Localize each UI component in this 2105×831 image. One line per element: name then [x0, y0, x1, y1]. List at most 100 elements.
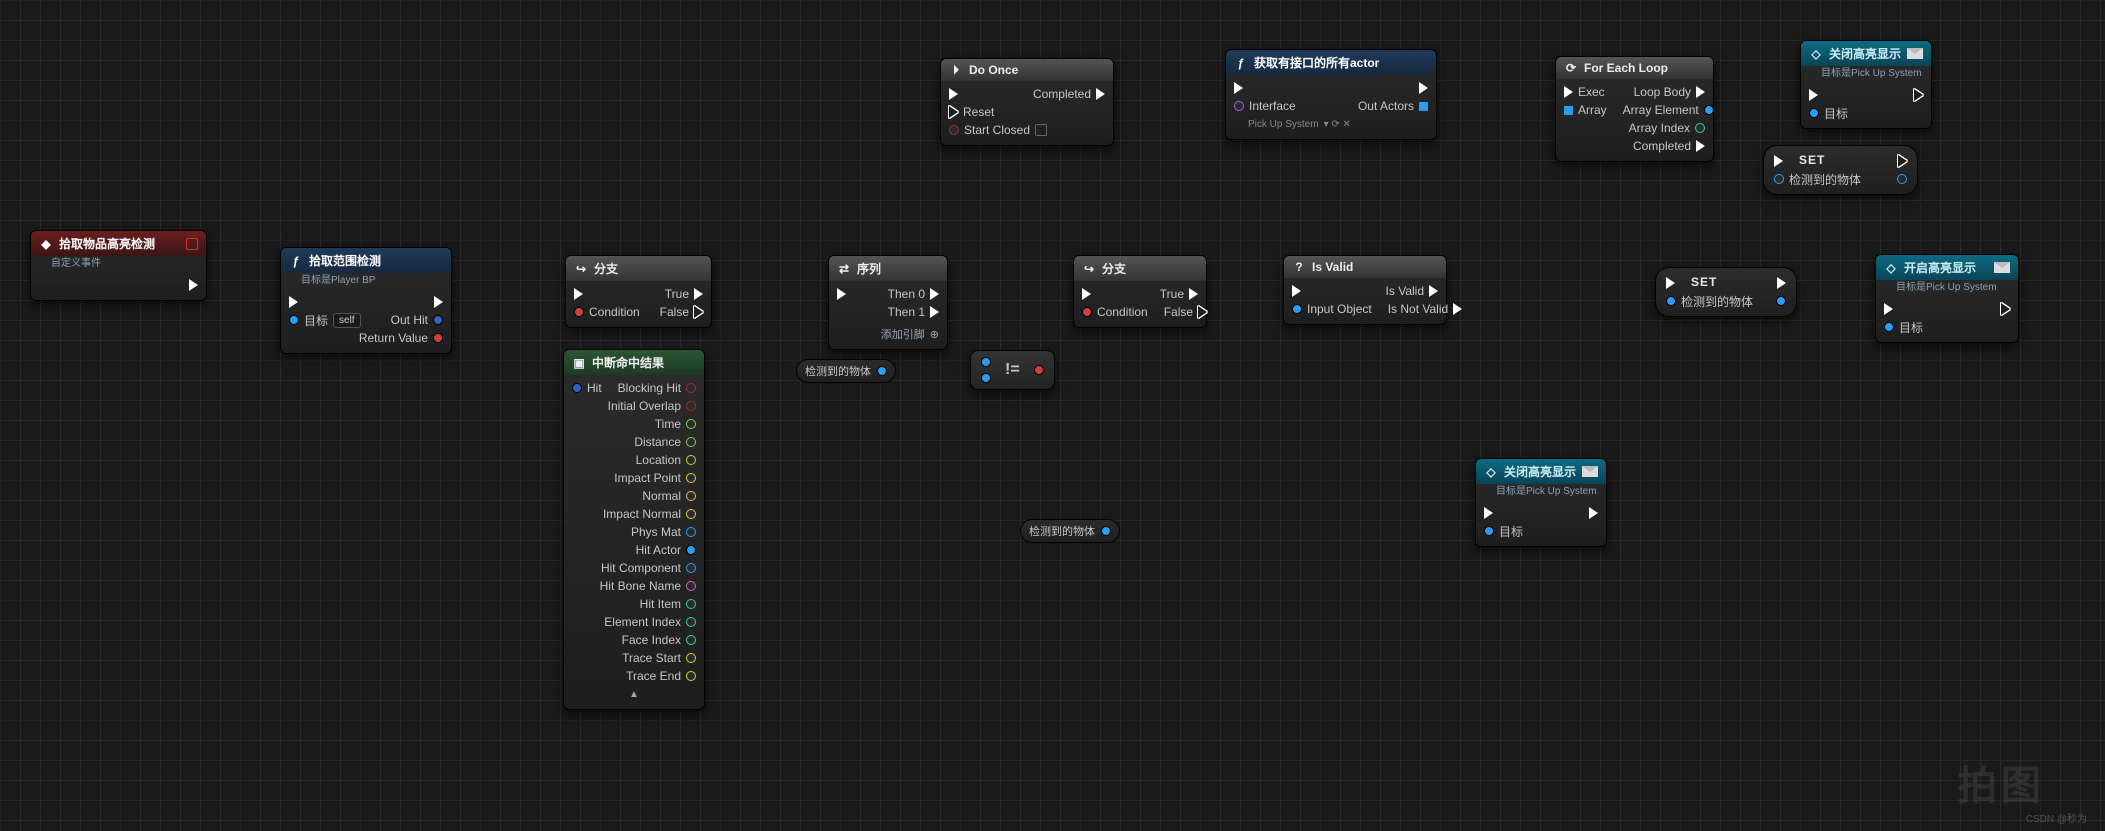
exec-out[interactable] [434, 296, 443, 308]
pin-var[interactable]: 检测到的物体 [1666, 293, 1753, 310]
pin-out[interactable] [1897, 174, 1907, 184]
pin-normal[interactable]: Normal [642, 489, 696, 503]
exec-in[interactable] [574, 288, 583, 300]
pin-return[interactable]: Return Value [359, 331, 443, 345]
exec-out[interactable] [1589, 507, 1598, 519]
expand-arrow-icon[interactable]: ▲ [629, 689, 639, 700]
pin-element-index[interactable]: Element Index [604, 615, 696, 629]
pin-interface[interactable]: Interface [1234, 99, 1296, 113]
pin-completed[interactable]: Completed [1633, 139, 1705, 153]
node-not-equal[interactable]: != [970, 350, 1055, 390]
pin-hit-item[interactable]: Hit Item [640, 597, 696, 611]
node-branch-1[interactable]: ↪分支 True ConditionFalse [565, 255, 712, 328]
node-detect-range[interactable]: ƒ拾取范围检测 目标是Player BP 目标selfOut Hit Retur… [280, 247, 452, 354]
exec-in[interactable] [1884, 303, 1893, 315]
node-close-highlight-2[interactable]: ◇关闭高亮显示 目标是Pick Up System 目标 [1475, 458, 1607, 547]
delegate-pin[interactable] [186, 238, 198, 250]
pin-exec[interactable]: Exec [1564, 85, 1605, 99]
exec-in[interactable] [1234, 82, 1243, 94]
exec-out[interactable] [1914, 89, 1923, 101]
exec-out[interactable] [1419, 82, 1428, 94]
node-is-valid[interactable]: ?Is Valid Is Valid Input ObjectIs Not Va… [1283, 255, 1447, 325]
pin-valid[interactable]: Is Valid [1386, 284, 1438, 298]
pin-condition[interactable]: Condition [574, 305, 640, 319]
pin-then1[interactable]: Then 1 [888, 305, 939, 319]
exec-in[interactable] [1082, 288, 1091, 300]
node-break-hit[interactable]: ▣中断命中结果 HitBlocking Hit Initial Overlap … [563, 349, 705, 710]
pin-start-closed[interactable]: Start Closed [949, 123, 1047, 137]
pin-array[interactable]: Array [1564, 103, 1607, 117]
pin-reset[interactable]: Reset [949, 105, 994, 119]
exec-in[interactable] [1484, 507, 1493, 519]
exec-in[interactable] [1292, 285, 1301, 297]
node-sequence[interactable]: ⇄序列 Then 0 Then 1 添加引脚 ⊕ [828, 255, 948, 350]
node-do-once[interactable]: ⏵Do Once Completed Reset Start Closed [940, 58, 1114, 146]
exec-out[interactable] [1777, 277, 1786, 289]
pin-out-actors[interactable]: Out Actors [1358, 99, 1428, 113]
node-for-each[interactable]: ⟳For Each Loop ExecLoop Body ArrayArray … [1555, 56, 1714, 162]
exec-in[interactable] [949, 88, 958, 100]
pin-true[interactable]: True [1160, 287, 1198, 301]
pin-blocking-hit[interactable]: Blocking Hit [618, 381, 696, 395]
pin-trace-start[interactable]: Trace Start [622, 651, 696, 665]
pin-impact-normal[interactable]: Impact Normal [603, 507, 696, 521]
pin-hit-component[interactable]: Hit Component [601, 561, 696, 575]
pin-loop-body[interactable]: Loop Body [1634, 85, 1705, 99]
function-icon: ƒ [289, 254, 303, 268]
pin-hit-actor[interactable]: Hit Actor [636, 543, 696, 557]
pin-target[interactable]: 目标 [1809, 105, 1848, 122]
exec-in[interactable] [837, 288, 846, 300]
pin-input-object[interactable]: Input Object [1292, 302, 1372, 316]
pin-phys-mat[interactable]: Phys Mat [631, 525, 696, 539]
exec-in[interactable] [289, 296, 298, 308]
node-custom-event[interactable]: ◆拾取物品高亮检测 自定义事件 [30, 230, 207, 301]
pin-var[interactable]: 检测到的物体 [1774, 171, 1861, 188]
pin-out[interactable] [877, 366, 887, 376]
pin-initial-overlap[interactable]: Initial Overlap [608, 399, 696, 413]
pin-face-index[interactable]: Face Index [622, 633, 696, 647]
pin-target[interactable]: 目标self [289, 312, 361, 329]
node-set-2[interactable]: SET 检测到的物体 [1655, 267, 1797, 317]
pin-out[interactable] [1101, 526, 1111, 536]
exec-out[interactable] [1898, 155, 1907, 167]
pin-then0[interactable]: Then 0 [888, 287, 939, 301]
exec-out[interactable] [189, 279, 198, 291]
pin-a[interactable] [981, 357, 991, 367]
pin-distance[interactable]: Distance [634, 435, 696, 449]
pin-outhit[interactable]: Out Hit [391, 313, 443, 327]
exec-in[interactable] [1809, 89, 1818, 101]
pin-out[interactable] [1034, 365, 1044, 375]
pin-not-valid[interactable]: Is Not Valid [1388, 302, 1462, 316]
pin-array-element[interactable]: Array Element [1623, 103, 1714, 117]
interface-icon: ◇ [1809, 47, 1823, 61]
node-open-highlight[interactable]: ◇开启高亮显示 目标是Pick Up System 目标 [1875, 254, 2019, 343]
node-get-detected-1[interactable]: 检测到的物体 [796, 359, 896, 383]
node-get-detected-2[interactable]: 检测到的物体 [1020, 519, 1120, 543]
pin-target[interactable]: 目标 [1884, 319, 1923, 336]
node-close-highlight-1[interactable]: ◇关闭高亮显示 目标是Pick Up System 目标 [1800, 40, 1932, 129]
pin-trace-end[interactable]: Trace End [626, 669, 696, 683]
pin-b[interactable] [981, 373, 991, 383]
pin-false[interactable]: False [1164, 305, 1207, 319]
exec-in[interactable] [1774, 155, 1783, 167]
pin-false[interactable]: False [660, 305, 703, 319]
interface-value[interactable]: Pick Up System [1248, 119, 1319, 130]
pin-location[interactable]: Location [636, 453, 696, 467]
node-set-1[interactable]: SET 检测到的物体 [1763, 145, 1918, 195]
pin-true[interactable]: True [665, 287, 703, 301]
node-get-all-actors[interactable]: ƒ获取有接口的所有actor InterfaceOut Actors Pick … [1225, 49, 1437, 140]
pin-hit[interactable]: Hit [572, 381, 602, 395]
pin-target[interactable]: 目标 [1484, 523, 1523, 540]
pin-out[interactable] [1776, 296, 1786, 306]
exec-in[interactable] [1666, 277, 1675, 289]
pin-time[interactable]: Time [655, 417, 696, 431]
add-pin[interactable]: 添加引脚 ⊕ [881, 326, 939, 342]
pin-impact-point[interactable]: Impact Point [614, 471, 696, 485]
pin-hit-bone[interactable]: Hit Bone Name [600, 579, 696, 593]
message-icon [1907, 48, 1923, 59]
pin-completed[interactable]: Completed [1033, 87, 1105, 101]
exec-out[interactable] [2001, 303, 2010, 315]
node-branch-2[interactable]: ↪分支 True ConditionFalse [1073, 255, 1207, 328]
pin-array-index[interactable]: Array Index [1629, 121, 1705, 135]
pin-condition[interactable]: Condition [1082, 305, 1148, 319]
